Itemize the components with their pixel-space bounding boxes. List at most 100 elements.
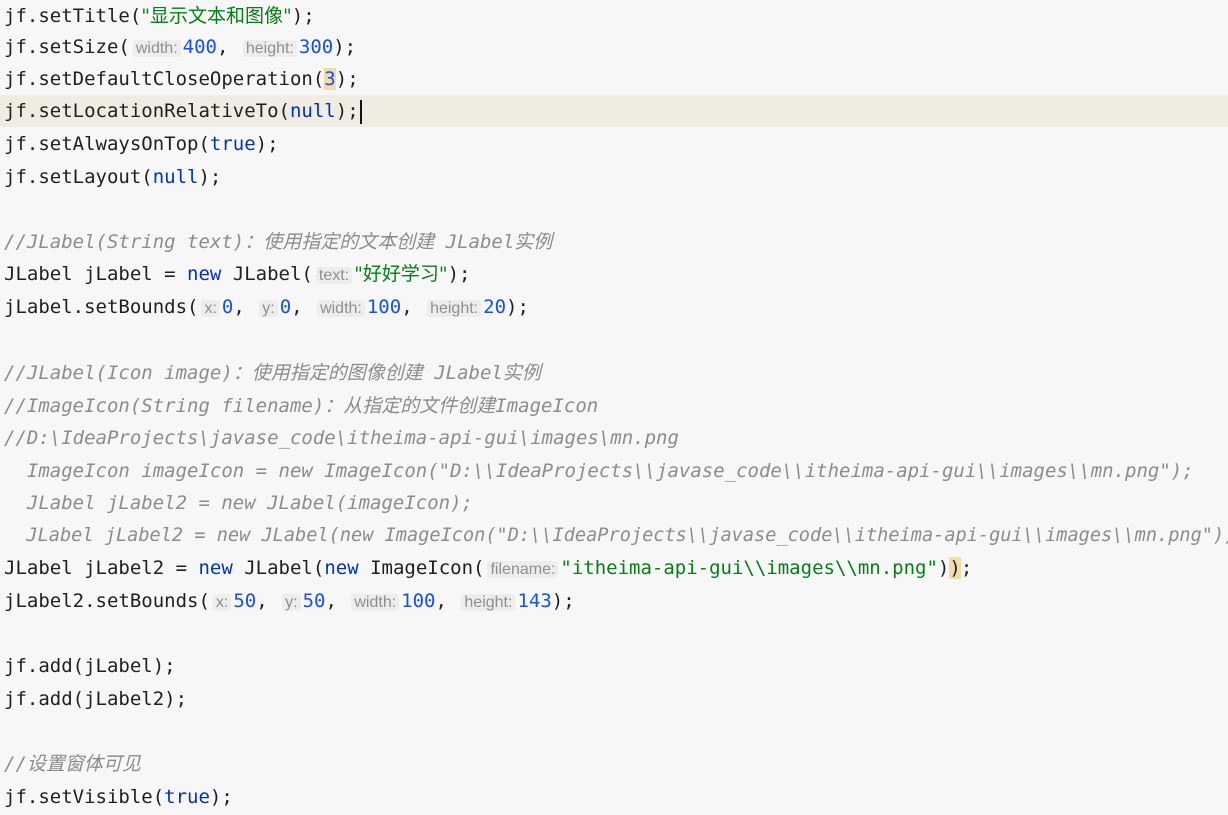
number-literal: 400 bbox=[182, 36, 217, 58]
comment-line[interactable]: //JLabel(Icon image)：使用指定的图像创建 JLabel实例 bbox=[0, 357, 1228, 389]
comment-text: //JLabel(String text)：使用指定的文本创建 JLabel实例 bbox=[4, 231, 553, 253]
code-text: JLabel( bbox=[221, 263, 313, 285]
number-literal: 143 bbox=[517, 590, 552, 612]
code-line[interactable]: jf.setSize(width: 400, height: 300); bbox=[0, 31, 1228, 63]
number-literal: 100 bbox=[401, 590, 436, 612]
code-text: , bbox=[216, 36, 240, 58]
comment-line[interactable]: JLabel jLabel2 = new JLabel(imageIcon); bbox=[0, 487, 1228, 519]
parameter-hint: width: bbox=[351, 594, 400, 611]
code-line[interactable]: jLabel.setBounds(x: 0, y: 0, width: 100, he… bbox=[0, 291, 1228, 323]
comment-line[interactable]: //ImageIcon(String filename)：从指定的文件创建Ima… bbox=[0, 390, 1228, 422]
code-editor[interactable]: jf.setTitle("显示文本和图像"); jf.setSize(width… bbox=[0, 0, 1228, 815]
code-text: , bbox=[401, 296, 425, 318]
keyword: new bbox=[187, 263, 222, 285]
code-text: , bbox=[435, 590, 459, 612]
code-text: ); bbox=[209, 786, 233, 808]
code-line-current[interactable]: jf.setLocationRelativeTo(null); bbox=[0, 95, 1228, 127]
parameter-hint: text: bbox=[315, 267, 353, 284]
comment-line[interactable]: ImageIcon imageIcon = new ImageIcon("D:\… bbox=[0, 455, 1228, 487]
code-text: , bbox=[233, 296, 257, 318]
code-text: ); bbox=[333, 36, 357, 58]
code-line[interactable]: jf.setLayout(null); bbox=[0, 161, 1228, 193]
number-literal: 50 bbox=[302, 590, 326, 612]
comment-line[interactable]: JLabel jLabel2 = new JLabel(new ImageIco… bbox=[0, 520, 1228, 552]
string-literal: "好好学习" bbox=[354, 263, 448, 285]
keyword: new bbox=[324, 557, 359, 579]
keyword: null bbox=[152, 166, 199, 188]
comment-line[interactable]: //D:\IdeaProjects\javase_code\itheima-ap… bbox=[0, 422, 1228, 454]
comment-text: //设置窗体可见 bbox=[4, 753, 141, 775]
keyword: true bbox=[209, 133, 256, 155]
number-literal: 0 bbox=[221, 296, 234, 318]
code-text: ); bbox=[335, 68, 359, 90]
code-text: jf.setLocationRelativeTo( bbox=[4, 100, 290, 122]
code-text: , bbox=[325, 590, 349, 612]
comment-text: //ImageIcon(String filename)：从指定的文件创建Ima… bbox=[4, 395, 599, 417]
code-text: JLabel jLabel2 = bbox=[4, 557, 199, 579]
code-line[interactable]: JLabel jLabel = new JLabel(text: "好好学习"); bbox=[0, 258, 1228, 290]
keyword: new bbox=[198, 557, 233, 579]
number-literal: 20 bbox=[483, 296, 507, 318]
code-text: ) bbox=[949, 557, 961, 579]
code-text: jf.setAlwaysOnTop( bbox=[4, 133, 210, 155]
code-text: ); bbox=[291, 5, 315, 27]
number-literal: 300 bbox=[298, 36, 334, 58]
code-text: jf.add(jLabel); bbox=[4, 655, 176, 677]
code-line[interactable]: jf.add(jLabel2); bbox=[0, 683, 1228, 715]
code-text: jf.setLayout( bbox=[4, 166, 153, 188]
code-text: jf.setVisible( bbox=[4, 786, 165, 808]
parameter-hint: width: bbox=[132, 40, 181, 57]
parameter-hint: width: bbox=[317, 300, 365, 317]
code-text: ); bbox=[551, 590, 575, 612]
parameter-hint: x: bbox=[212, 594, 232, 611]
code-text: jLabel.setBounds( bbox=[4, 296, 199, 318]
keyword: true bbox=[164, 786, 210, 808]
code-text: ); bbox=[255, 133, 279, 155]
code-text: ); bbox=[447, 263, 471, 285]
comment-text: JLabel jLabel2 = new JLabel(new ImageIco… bbox=[4, 525, 1228, 546]
parameter-hint: height: bbox=[242, 40, 297, 57]
string-literal: "itheima-api-gui\\images\\mn.png" bbox=[560, 557, 938, 579]
code-text: ); bbox=[335, 100, 359, 122]
code-line[interactable]: JLabel jLabel2 = new JLabel(new ImageIco… bbox=[0, 552, 1228, 584]
number-literal: 50 bbox=[233, 590, 257, 612]
code-line[interactable]: jf.setAlwaysOnTop(true); bbox=[0, 128, 1228, 160]
code-line[interactable]: jLabel2.setBounds(x: 50, y: 50, width: 100,… bbox=[0, 585, 1228, 617]
code-line[interactable]: jf.setDefaultCloseOperation(3); bbox=[0, 63, 1228, 95]
comment-text: //D:\IdeaProjects\javase_code\itheima-ap… bbox=[4, 427, 679, 449]
keyword: null bbox=[289, 100, 336, 122]
parameter-hint: height: bbox=[461, 594, 516, 611]
text-caret bbox=[359, 99, 362, 124]
parameter-hint: y: bbox=[259, 300, 278, 317]
code-text: jf.setDefaultCloseOperation( bbox=[4, 68, 325, 90]
code-text: jf.setSize( bbox=[4, 36, 130, 58]
parameter-hint: height: bbox=[427, 300, 482, 317]
code-text: ); bbox=[198, 166, 222, 188]
parameter-hint: filename: bbox=[487, 561, 559, 578]
code-text: JLabel jLabel = bbox=[4, 263, 188, 285]
string-literal: "显示文本和图像" bbox=[141, 5, 292, 27]
number-literal: 0 bbox=[279, 296, 292, 318]
code-text: ) bbox=[937, 557, 950, 579]
code-text: , bbox=[256, 590, 280, 612]
code-text: jf.add(jLabel2); bbox=[4, 688, 188, 710]
code-text: ImageIcon( bbox=[358, 557, 485, 579]
code-line[interactable]: jf.setTitle("显示文本和图像"); bbox=[0, 0, 1228, 32]
code-text: ); bbox=[506, 296, 529, 318]
code-text: JLabel( bbox=[232, 557, 325, 579]
number-literal: 100 bbox=[366, 296, 402, 318]
comment-text: JLabel jLabel2 = new JLabel(imageIcon); bbox=[4, 492, 473, 514]
comment-line[interactable]: //设置窗体可见 bbox=[0, 748, 1228, 780]
code-text: ; bbox=[960, 557, 973, 579]
number-literal: 3 bbox=[324, 68, 336, 90]
comment-text: ImageIcon imageIcon = new ImageIcon("D:\… bbox=[4, 460, 1194, 482]
comment-text: //JLabel(Icon image)：使用指定的图像创建 JLabel实例 bbox=[4, 362, 541, 384]
parameter-hint: x: bbox=[201, 300, 220, 317]
code-line[interactable]: jf.add(jLabel); bbox=[0, 650, 1228, 682]
parameter-hint: y: bbox=[282, 594, 301, 611]
code-text: jf.setTitle( bbox=[4, 5, 142, 27]
comment-line[interactable]: //JLabel(String text)：使用指定的文本创建 JLabel实例 bbox=[0, 226, 1228, 258]
code-text: jLabel2.setBounds( bbox=[4, 590, 210, 612]
code-text: , bbox=[291, 296, 315, 318]
code-line[interactable]: jf.setVisible(true); bbox=[0, 781, 1228, 813]
